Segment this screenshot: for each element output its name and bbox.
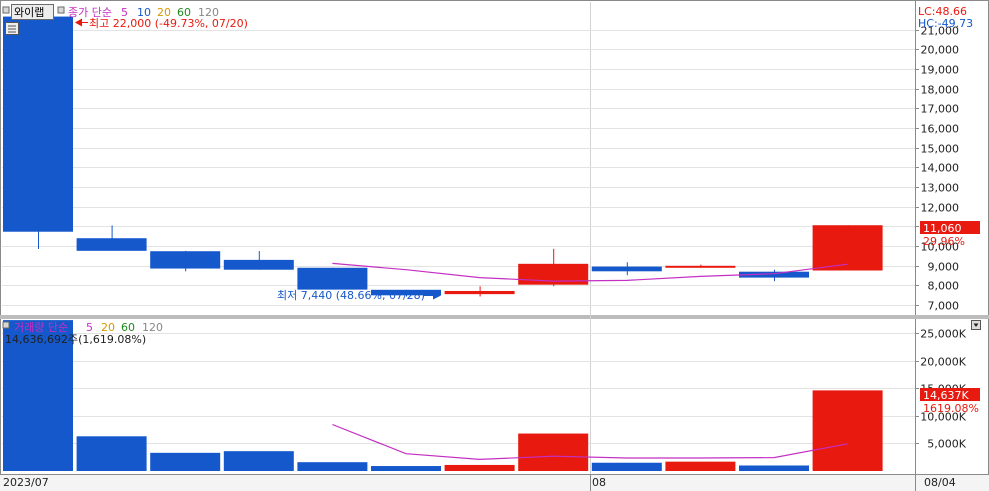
price-y-label: 18,000 xyxy=(921,84,960,97)
candle-body xyxy=(150,251,221,269)
volume-y-label: 25,000K xyxy=(920,328,966,341)
x-label-mid: 08 xyxy=(592,476,606,489)
volume-bar xyxy=(150,452,221,471)
volume-bar xyxy=(665,461,736,471)
volume-bar xyxy=(223,451,294,471)
volume-bar xyxy=(371,466,441,471)
legend-toggle-icon[interactable] xyxy=(57,6,65,14)
price-y-label: 15,000 xyxy=(921,143,960,156)
x-label-end: 08/04 xyxy=(924,476,956,489)
price-y-label: 12,000 xyxy=(921,202,960,215)
low-annotation: 최저 7,440 (48.66%, 07/28) xyxy=(277,289,425,302)
high-annotation: 최고 22,000 (-49.73%, 07/20) xyxy=(89,17,248,30)
price-y-label: 20,000 xyxy=(921,44,960,57)
volume-bar xyxy=(297,462,368,471)
candle-body xyxy=(444,290,515,295)
volume-bar xyxy=(739,465,809,471)
volume-bar xyxy=(518,433,589,471)
stock-chart-window: 7,0008,0009,00010,00011,00012,00013,0001… xyxy=(0,0,989,491)
volume-bar xyxy=(76,436,147,471)
price-y-label: 13,000 xyxy=(921,182,960,195)
candle-body xyxy=(812,225,883,271)
price-y-label: 16,000 xyxy=(921,123,960,136)
x-label-start: 2023/07 xyxy=(3,476,49,489)
pane-collapse-icon[interactable] xyxy=(2,6,10,14)
stock-name: 와이랩 xyxy=(14,6,44,19)
candle-body xyxy=(591,266,662,272)
candle-body xyxy=(297,267,368,290)
volume-pane-collapse-icon[interactable] xyxy=(2,321,10,329)
current-price-pct: 29.96% xyxy=(923,235,965,248)
volume-y-label: 20,000K xyxy=(920,356,966,369)
candle-body xyxy=(223,259,294,270)
price-y-label: 8,000 xyxy=(928,280,960,293)
price-y-label: 7,000 xyxy=(928,300,960,313)
volume-bar xyxy=(444,464,515,471)
current-volume-pct: 1619.08% xyxy=(923,402,979,415)
volume-bar xyxy=(812,390,883,471)
candle-body xyxy=(3,16,73,232)
price-y-label: 14,000 xyxy=(921,162,960,175)
volume-bar xyxy=(591,462,662,471)
candle-body xyxy=(76,238,147,251)
price-y-label: 19,000 xyxy=(921,64,960,77)
current-volume-value: 14,637K xyxy=(923,389,969,402)
price-y-label: 17,000 xyxy=(921,103,960,116)
volume-info: 14,636,692주(1,619.08%) xyxy=(5,333,146,346)
pane-divider[interactable] xyxy=(0,315,989,319)
current-price-value: 11,060 xyxy=(923,222,962,235)
price-y-label: 9,000 xyxy=(928,261,960,274)
x-axis-background xyxy=(0,474,989,491)
candle-body xyxy=(665,265,736,268)
hc-label: HC:-49.73 xyxy=(918,17,973,30)
stock-chart: 7,0008,0009,00010,00011,00012,00013,0001… xyxy=(0,0,989,491)
volume-y-label: 5,000K xyxy=(927,438,966,451)
